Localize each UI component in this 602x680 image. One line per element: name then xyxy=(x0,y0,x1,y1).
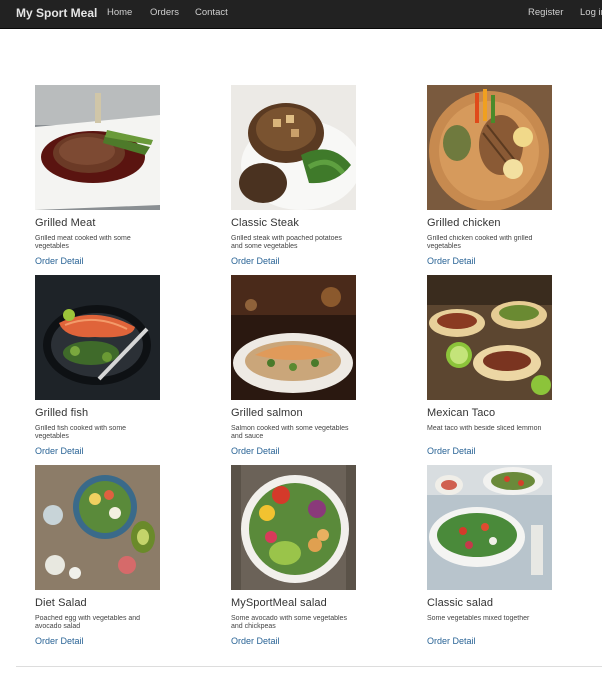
grilled-chicken-photo[interactable] xyxy=(427,85,552,210)
meal-title: Grilled fish xyxy=(35,407,89,419)
meal-title: Grilled salmon xyxy=(231,407,303,419)
classic-steak-photo[interactable] xyxy=(231,85,356,210)
order-detail-link[interactable]: Order Detail xyxy=(427,636,476,646)
meal-description: Poached egg with vegetables and avocado … xyxy=(35,615,141,630)
meal-description: Some vegetables mixed together xyxy=(427,615,530,622)
meal-description: Grilled meat cooked with some vegetables xyxy=(35,235,131,250)
meal-title: Grilled Meat xyxy=(35,217,96,229)
nav-link-login[interactable]: Log in xyxy=(580,7,602,18)
top-navbar: My Sport Meal Home Orders Contact Regist… xyxy=(0,0,602,29)
nav-link-register[interactable]: Register xyxy=(528,7,563,18)
order-detail-link[interactable]: Order Detail xyxy=(427,446,476,456)
meal-card: Mexican Taco Meat taco with beside slice… xyxy=(427,275,562,459)
meal-title: MySportMeal salad xyxy=(231,597,327,609)
meal-card: Diet Salad Poached egg with vegetables a… xyxy=(35,465,170,649)
meal-title: Mexican Taco xyxy=(427,407,496,419)
meal-description: Meat taco with beside sliced lemmon xyxy=(427,425,542,432)
meal-description: Salmon cooked with some vegetables and s… xyxy=(231,425,349,440)
meal-card: Grilled salmon Salmon cooked with some v… xyxy=(231,275,366,459)
meal-card: Classic salad Some vegetables mixed toge… xyxy=(427,465,562,649)
grilled-fish-photo[interactable] xyxy=(35,275,160,400)
nav-link-home[interactable]: Home xyxy=(107,7,132,18)
meal-card: Grilled Meat Grilled meat cooked with so… xyxy=(35,85,170,269)
order-detail-link[interactable]: Order Detail xyxy=(231,636,280,646)
meal-title: Classic Steak xyxy=(231,217,299,229)
mexican-taco-photo[interactable] xyxy=(427,275,552,400)
order-detail-link[interactable]: Order Detail xyxy=(231,446,280,456)
order-detail-link[interactable]: Order Detail xyxy=(35,256,84,266)
grilled-salmon-photo[interactable] xyxy=(231,275,356,400)
meal-title: Diet Salad xyxy=(35,597,87,609)
meal-card: Grilled fish Grilled fish cooked with so… xyxy=(35,275,170,459)
meal-description: Grilled fish cooked with some vegetables xyxy=(35,425,127,440)
meal-title: Grilled chicken xyxy=(427,217,501,229)
order-detail-link[interactable]: Order Detail xyxy=(427,256,476,266)
brand-link[interactable]: My Sport Meal xyxy=(16,6,97,20)
meal-title: Classic salad xyxy=(427,597,494,609)
meal-card: MySportMeal salad Some avocado with some… xyxy=(231,465,366,649)
nav-link-contact[interactable]: Contact xyxy=(195,7,228,18)
footer-divider xyxy=(16,666,602,667)
meal-description: Grilled chicken cooked with grilled vege… xyxy=(427,235,533,250)
order-detail-link[interactable]: Order Detail xyxy=(35,446,84,456)
mysportmeal-salad-photo[interactable] xyxy=(231,465,356,590)
meal-card: Grilled chicken Grilled chicken cooked w… xyxy=(427,85,562,269)
classic-salad-photo[interactable] xyxy=(427,465,552,590)
meal-card: Classic Steak Grilled steak with poached… xyxy=(231,85,366,269)
diet-salad-photo[interactable] xyxy=(35,465,160,590)
grilled-meat-photo[interactable] xyxy=(35,85,160,210)
nav-link-orders[interactable]: Orders xyxy=(150,7,179,18)
order-detail-link[interactable]: Order Detail xyxy=(231,256,280,266)
order-detail-link[interactable]: Order Detail xyxy=(35,636,84,646)
meal-description: Grilled steak with poached potatoes and … xyxy=(231,235,342,250)
meal-description: Some avocado with some vegetables and ch… xyxy=(231,615,347,630)
